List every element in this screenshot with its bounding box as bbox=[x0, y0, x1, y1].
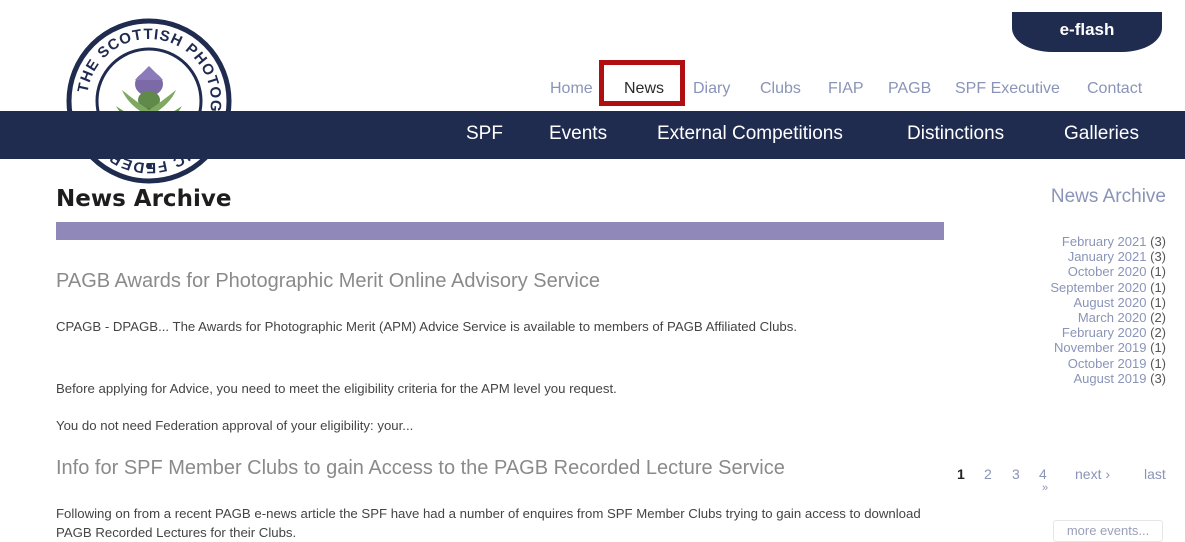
archive-count: (1) bbox=[1150, 279, 1166, 295]
main-nav: SPF Events External Competitions Distinc… bbox=[0, 111, 1185, 159]
article-paragraph: Before applying for Advice, you need to … bbox=[56, 381, 617, 396]
archive-count: (3) bbox=[1150, 370, 1166, 386]
pager-last[interactable]: last bbox=[1144, 466, 1166, 482]
archive-month: August 2020 bbox=[1073, 294, 1147, 310]
archive-month: October 2020 bbox=[1067, 264, 1147, 280]
top-nav-fiap[interactable]: FIAP bbox=[828, 80, 864, 98]
pagination: 1 2 3 4 next › last » bbox=[950, 466, 1180, 506]
news-archive-list: February 2021 (3) January 2021 (3) Octob… bbox=[1050, 234, 1166, 386]
archive-item[interactable]: October 2019 (1) bbox=[1050, 356, 1166, 371]
top-nav-contact[interactable]: Contact bbox=[1087, 80, 1142, 98]
news-highlight-box bbox=[599, 60, 685, 106]
archive-count: (2) bbox=[1150, 325, 1166, 341]
archive-count: (1) bbox=[1150, 340, 1166, 356]
archive-count: (2) bbox=[1150, 310, 1166, 326]
archive-month: January 2021 bbox=[1067, 249, 1147, 265]
pager-page[interactable]: 2 bbox=[984, 466, 992, 482]
archive-month: August 2019 bbox=[1073, 370, 1147, 386]
archive-month: February 2020 bbox=[1061, 325, 1147, 341]
archive-item[interactable]: February 2021 (3) bbox=[1050, 234, 1166, 249]
main-nav-spf[interactable]: SPF bbox=[466, 123, 503, 145]
top-nav-clubs[interactable]: Clubs bbox=[760, 80, 801, 98]
top-nav-home[interactable]: Home bbox=[550, 80, 593, 98]
archive-item[interactable]: August 2020 (1) bbox=[1050, 295, 1166, 310]
archive-month: November 2019 bbox=[1053, 340, 1147, 356]
archive-count: (1) bbox=[1150, 264, 1166, 280]
archive-item[interactable]: January 2021 (3) bbox=[1050, 249, 1166, 264]
article-title[interactable]: Info for SPF Member Clubs to gain Access… bbox=[56, 457, 785, 480]
archive-item[interactable]: August 2019 (3) bbox=[1050, 371, 1166, 386]
top-nav-pagb[interactable]: PAGB bbox=[888, 80, 931, 98]
archive-month: September 2020 bbox=[1050, 279, 1147, 295]
eflash-tab[interactable]: e-flash bbox=[1012, 12, 1162, 52]
logo-emblem: THE SCOTTISH PHOTOGRAPHIC FEDERATION bbox=[66, 18, 232, 184]
top-nav-diary[interactable]: Diary bbox=[693, 80, 730, 98]
article-paragraph: You do not need Federation approval of y… bbox=[56, 418, 414, 433]
archive-month: February 2021 bbox=[1061, 234, 1147, 249]
sidebar-title: News Archive bbox=[1050, 186, 1166, 207]
archive-count: (3) bbox=[1150, 234, 1166, 249]
archive-item[interactable]: September 2020 (1) bbox=[1050, 280, 1166, 295]
archive-item[interactable]: February 2020 (2) bbox=[1050, 325, 1166, 340]
archive-item[interactable]: October 2020 (1) bbox=[1050, 264, 1166, 279]
more-events-button[interactable]: more events... bbox=[1053, 520, 1163, 542]
archive-count: (1) bbox=[1150, 294, 1166, 310]
archive-item[interactable]: November 2019 (1) bbox=[1050, 340, 1166, 355]
top-nav-spf-executive[interactable]: SPF Executive bbox=[955, 80, 1060, 98]
main-nav-external-competitions[interactable]: External Competitions bbox=[657, 123, 843, 145]
main-nav-events[interactable]: Events bbox=[549, 123, 607, 145]
eflash-label: e-flash bbox=[1059, 20, 1115, 39]
pager-page[interactable]: 3 bbox=[1012, 466, 1020, 482]
page-title: News Archive bbox=[56, 186, 232, 212]
article-title[interactable]: PAGB Awards for Photographic Merit Onlin… bbox=[56, 270, 600, 293]
archive-item[interactable]: March 2020 (2) bbox=[1050, 310, 1166, 325]
archive-count: (1) bbox=[1150, 355, 1166, 371]
pager-page-current[interactable]: 1 bbox=[957, 466, 965, 482]
pager-page[interactable]: 4 bbox=[1039, 466, 1047, 482]
main-nav-galleries[interactable]: Galleries bbox=[1064, 123, 1139, 145]
article-paragraph: Following on from a recent PAGB e-news a… bbox=[56, 506, 921, 540]
article-paragraph: CPAGB - DPAGB... The Awards for Photogra… bbox=[56, 319, 797, 334]
main-nav-distinctions[interactable]: Distinctions bbox=[907, 123, 1004, 145]
title-divider-bar bbox=[56, 222, 944, 240]
pager-next[interactable]: next › bbox=[1075, 466, 1110, 482]
archive-month: October 2019 bbox=[1067, 355, 1147, 371]
spf-logo[interactable]: THE SCOTTISH PHOTOGRAPHIC FEDERATION bbox=[64, 16, 234, 186]
archive-count: (3) bbox=[1150, 249, 1166, 265]
pager-extra[interactable]: » bbox=[1042, 482, 1048, 494]
archive-month: March 2020 bbox=[1077, 310, 1147, 326]
